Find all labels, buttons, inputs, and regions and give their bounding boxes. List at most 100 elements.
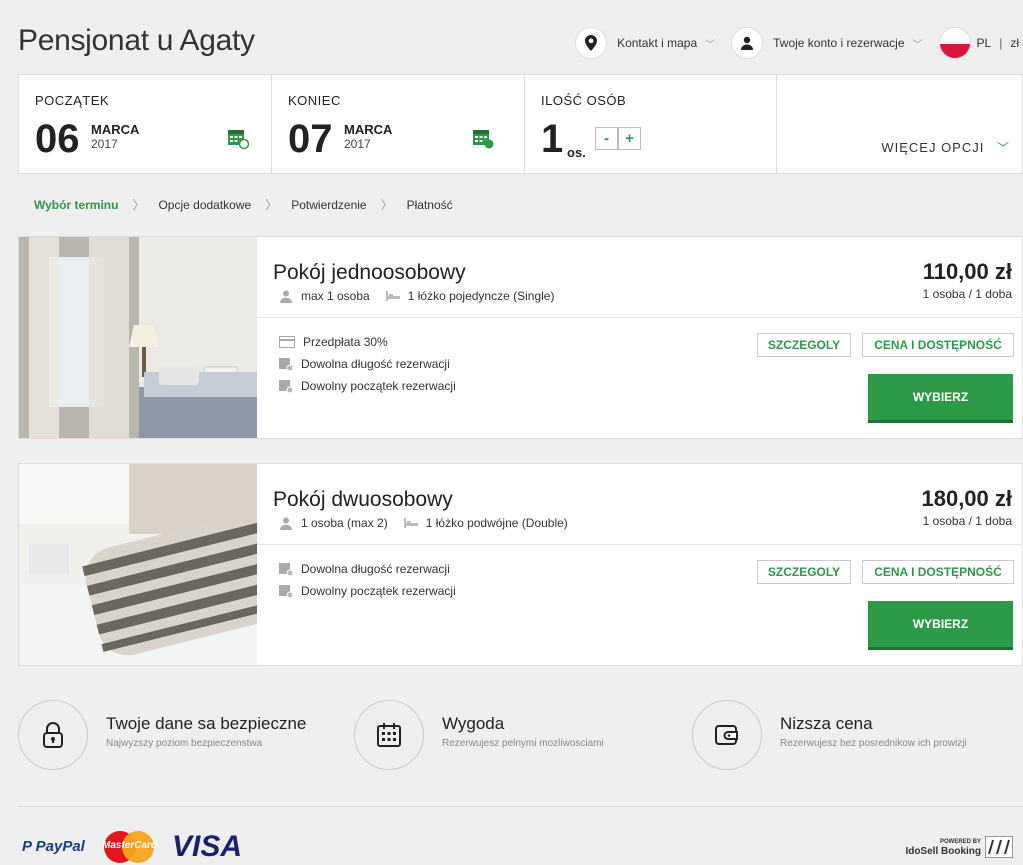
details-button[interactable]: SZCZEGOLY [757,560,851,584]
account-menu[interactable]: Twoje konto i rezerwacje ﹀ [731,27,923,59]
more-options-label: WIĘCEJ OPCJI [881,140,985,155]
chevron-right-icon: 〉 [132,198,145,212]
details-button[interactable]: SZCZEGOLY [757,333,851,357]
end-date-label: KONIEC [288,93,341,108]
room-feature: Dowolna długość rezerwacji [279,357,450,371]
search-bar: POCZĄTEK 06 MARCA 2017 KONIEC 07 MARCA 2… [18,74,1023,174]
benefit-convenience: Wygoda Rezerwujesz pelnymi mozliwosciami [354,700,604,770]
room-photo[interactable] [19,464,257,665]
room-photo[interactable] [19,237,257,438]
calendar-icon [473,130,494,149]
chevron-down-icon: ﹀ [705,39,716,51]
breadcrumb-step-extras: Opcje dodatkowe [158,197,252,212]
room-feature-text: Przedpłata 30% [303,335,388,349]
select-room-button[interactable]: WYBIERZ [868,374,1013,423]
guests-stepper: - + [595,127,641,150]
calendar-icon [228,130,249,149]
separator: | [999,36,1003,50]
room-capacity: 1 osoba (max 2) [301,516,388,530]
currency-label: zł [1010,36,1019,50]
breadcrumb-step-payment: Płatność [406,197,453,212]
mastercard-logo: MasterCard [100,830,158,864]
language-label: PL [976,36,992,50]
room-card: Pokój dwuosobowy 1 osoba (max 2) 1 łóżko… [18,463,1023,666]
benefit-subtitle: Rezerwujesz bez posrednikow ich prowizji [780,738,967,749]
benefit-subtitle: Rezerwujesz pelnymi mozliwosciami [442,738,604,749]
end-day: 07 [288,117,333,161]
benefit-subtitle: Najwyzszy poziom bezpieczenstwa [106,738,263,749]
room-capacity: max 1 osoba [301,289,370,303]
poland-flag-icon [938,27,971,59]
room-card: Pokój jednoosobowy max 1 osoba 1 łóżko p… [18,236,1023,439]
price-availability-button[interactable]: CENA I DOSTĘPNOŚĆ [862,560,1014,584]
credit-card-icon [279,336,295,348]
guests-decrement-button[interactable]: - [595,127,618,150]
more-options-button[interactable]: WIĘCEJ OPCJI ﹀ [881,139,1010,156]
bed-icon [385,291,400,301]
user-icon [731,27,764,59]
room-price: 110,00 zł [922,259,1012,284]
divider [257,544,1023,545]
powered-by[interactable]: POWERED BY IdoSell Booking [905,836,1013,858]
breadcrumb-step-dates[interactable]: Wybór terminu [34,198,118,212]
start-month: MARCA [91,122,140,137]
footer-divider [18,806,1023,807]
more-options-cell: WIĘCEJ OPCJI ﹀ [777,75,1022,173]
account-label: Twoje konto i rezerwacje [773,36,905,50]
start-day: 06 [35,117,80,161]
guests-count: 1 [541,117,564,161]
room-price-unit: 1 osoba / 1 doba [922,287,1012,301]
room-bed: 1 łóżko pojedyncze (Single) [407,289,555,303]
calendar-small-icon [279,584,293,598]
end-year: 2017 [344,137,371,151]
site-title: Pensjonat u Agaty [18,24,255,57]
chevron-right-icon: 〉 [265,198,278,212]
end-month: MARCA [344,122,393,137]
paypal-logo: P PayPal [22,838,85,855]
select-room-button[interactable]: WYBIERZ [868,601,1013,650]
contact-map-label: Kontakt i mapa [617,36,698,50]
breadcrumb-step-confirm: Potwierdzenie [291,197,367,212]
guests-increment-button[interactable]: + [618,127,641,150]
calendar-small-icon [279,379,293,393]
person-icon [279,517,293,530]
end-date-field[interactable]: KONIEC 07 MARCA 2017 [272,75,525,173]
room-feature-text: Dowolna długość rezerwacji [301,357,450,371]
divider [257,317,1023,318]
calendar-small-icon [279,562,293,576]
bed-icon [403,518,418,528]
room-feature-text: Dowolna długość rezerwacji [301,562,450,576]
room-feature-text: Dowolny początek rezerwacji [301,584,456,598]
benefit-price: Nizsza cena Rezerwujesz bez posrednikow … [692,700,967,770]
room-title[interactable]: Pokój jednoosobowy [273,261,466,285]
room-meta: max 1 osoba 1 łóżko pojedyncze (Single) [279,289,554,303]
mastercard-text: MasterCard [102,840,158,851]
location-pin-icon [575,27,608,59]
room-price: 180,00 zł [921,486,1012,511]
benefit-security: Twoje dane sa bezpieczne Najwyzszy pozio… [18,700,306,770]
guests-unit: os. [567,145,586,160]
start-date-field[interactable]: POCZĄTEK 06 MARCA 2017 [19,75,272,173]
guests-label: ILOŚĆ OSÓB [541,93,627,108]
contact-map-menu[interactable]: Kontakt i mapa ﹀ [575,27,715,59]
room-meta: 1 osoba (max 2) 1 łóżko podwójne (Double… [279,516,568,530]
person-icon [279,290,293,303]
calendar-small-icon [279,357,293,371]
top-bar: Pensjonat u Agaty Kontakt i mapa ﹀ Twoje… [0,0,1023,74]
guests-field: ILOŚĆ OSÓB 1 os. - + [525,75,777,173]
chevron-down-icon: ﹀ [996,141,1010,155]
top-nav: Kontakt i mapa ﹀ Twoje konto i rezerwacj… [575,27,1023,59]
visa-logo: VISA [172,830,243,863]
language-selector[interactable]: PL | zł [938,27,1019,59]
lock-icon [18,700,88,770]
powered-by-brand: IdoSell Booking [905,846,981,857]
room-feature: Dowolny początek rezerwacji [279,584,456,598]
breadcrumb: Wybór terminu 〉 Opcje dodatkowe 〉 Potwie… [34,196,453,213]
room-title[interactable]: Pokój dwuosobowy [273,488,453,512]
room-feature: Przedpłata 30% [279,335,388,349]
room-bed: 1 łóżko podwójne (Double) [425,516,568,530]
room-feature: Dowolny początek rezerwacji [279,379,456,393]
benefit-title: Nizsza cena [780,714,873,733]
price-availability-button[interactable]: CENA I DOSTĘPNOŚĆ [862,333,1014,357]
calendar-icon [354,700,424,770]
